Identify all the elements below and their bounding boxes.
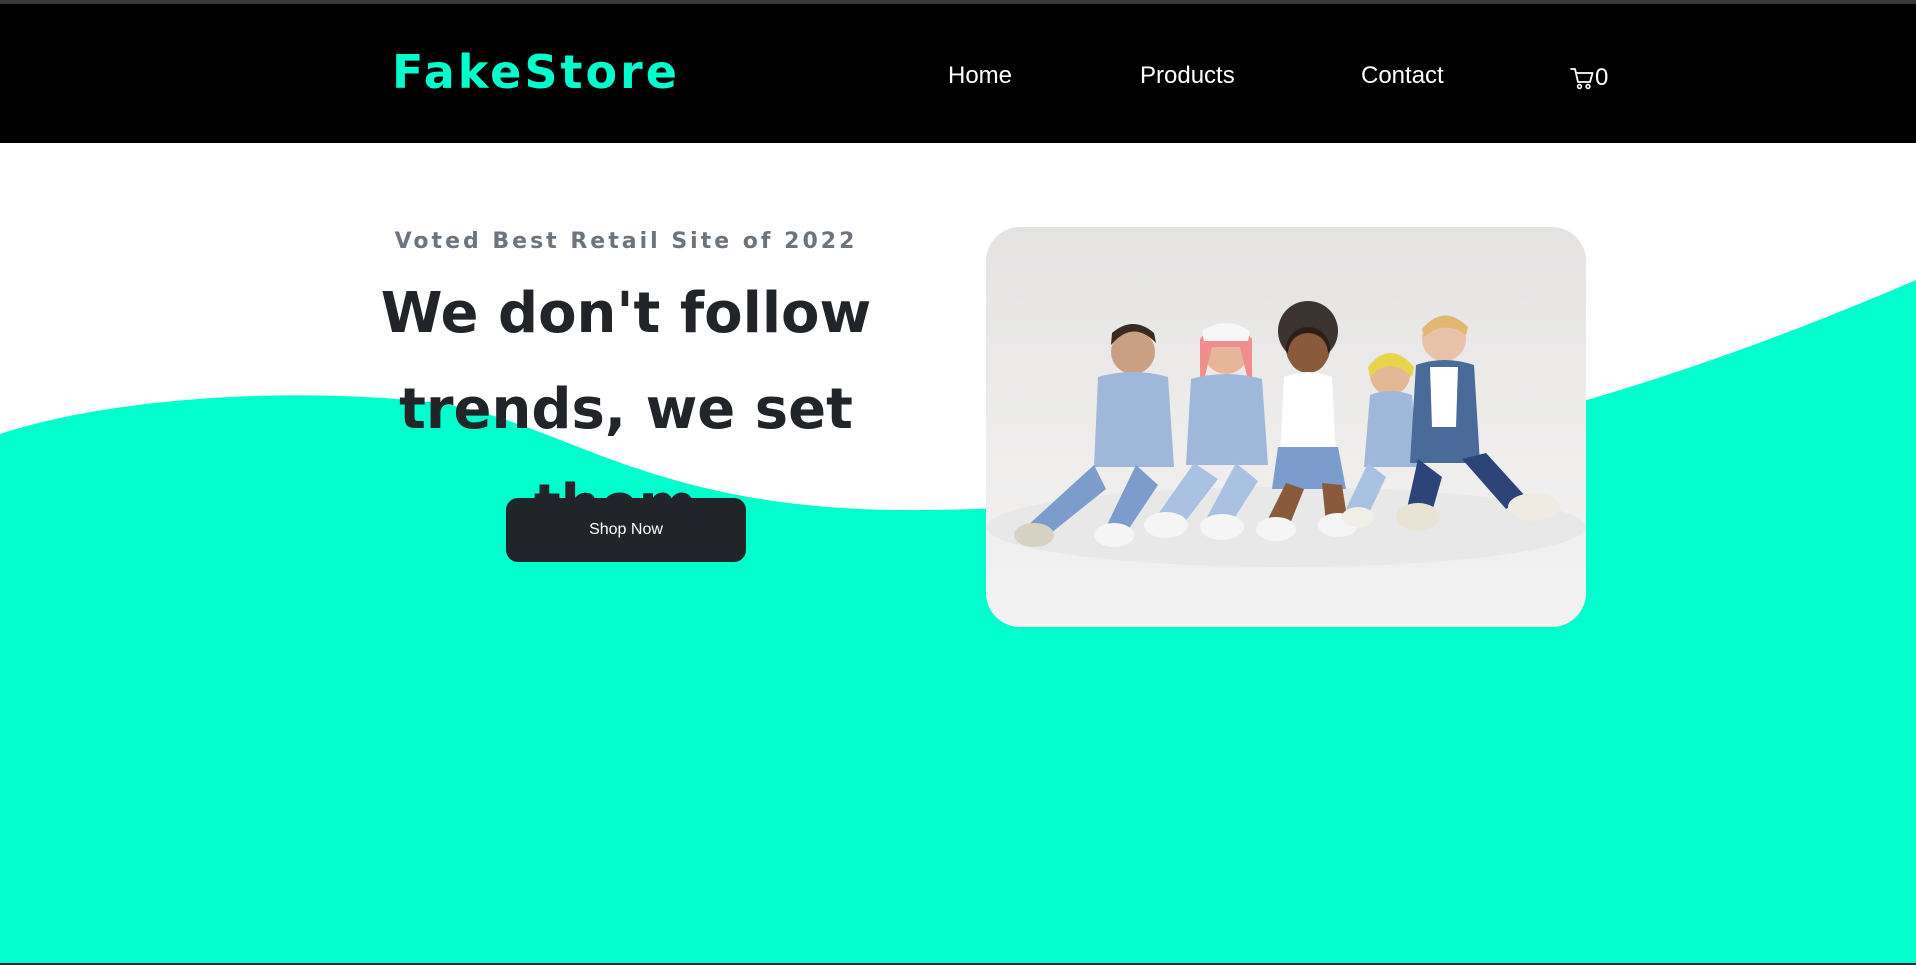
brand-logo[interactable]: FakeStore <box>392 44 680 100</box>
group-photo-illustration <box>986 301 1586 567</box>
hero-headline-line1: We don't follow <box>380 281 872 346</box>
nav-link-products[interactable]: Products <box>1140 61 1235 91</box>
cart-count: 0 <box>1595 64 1609 91</box>
hero-tagline: Voted Best Retail Site of 2022 <box>394 229 858 254</box>
nav-link-home[interactable]: Home <box>948 61 1012 91</box>
hero-image <box>986 227 1586 627</box>
shop-now-button[interactable]: Shop Now <box>506 498 746 562</box>
cart-icon <box>1570 68 1594 90</box>
hero-wave-background <box>0 280 1916 965</box>
page: FakeStore Home Products Contact 0 Voted … <box>0 0 1916 965</box>
nav-link-contact[interactable]: Contact <box>1361 61 1444 91</box>
navbar: FakeStore Home Products Contact 0 <box>0 4 1916 143</box>
cart-button[interactable]: 0 <box>1569 63 1608 93</box>
